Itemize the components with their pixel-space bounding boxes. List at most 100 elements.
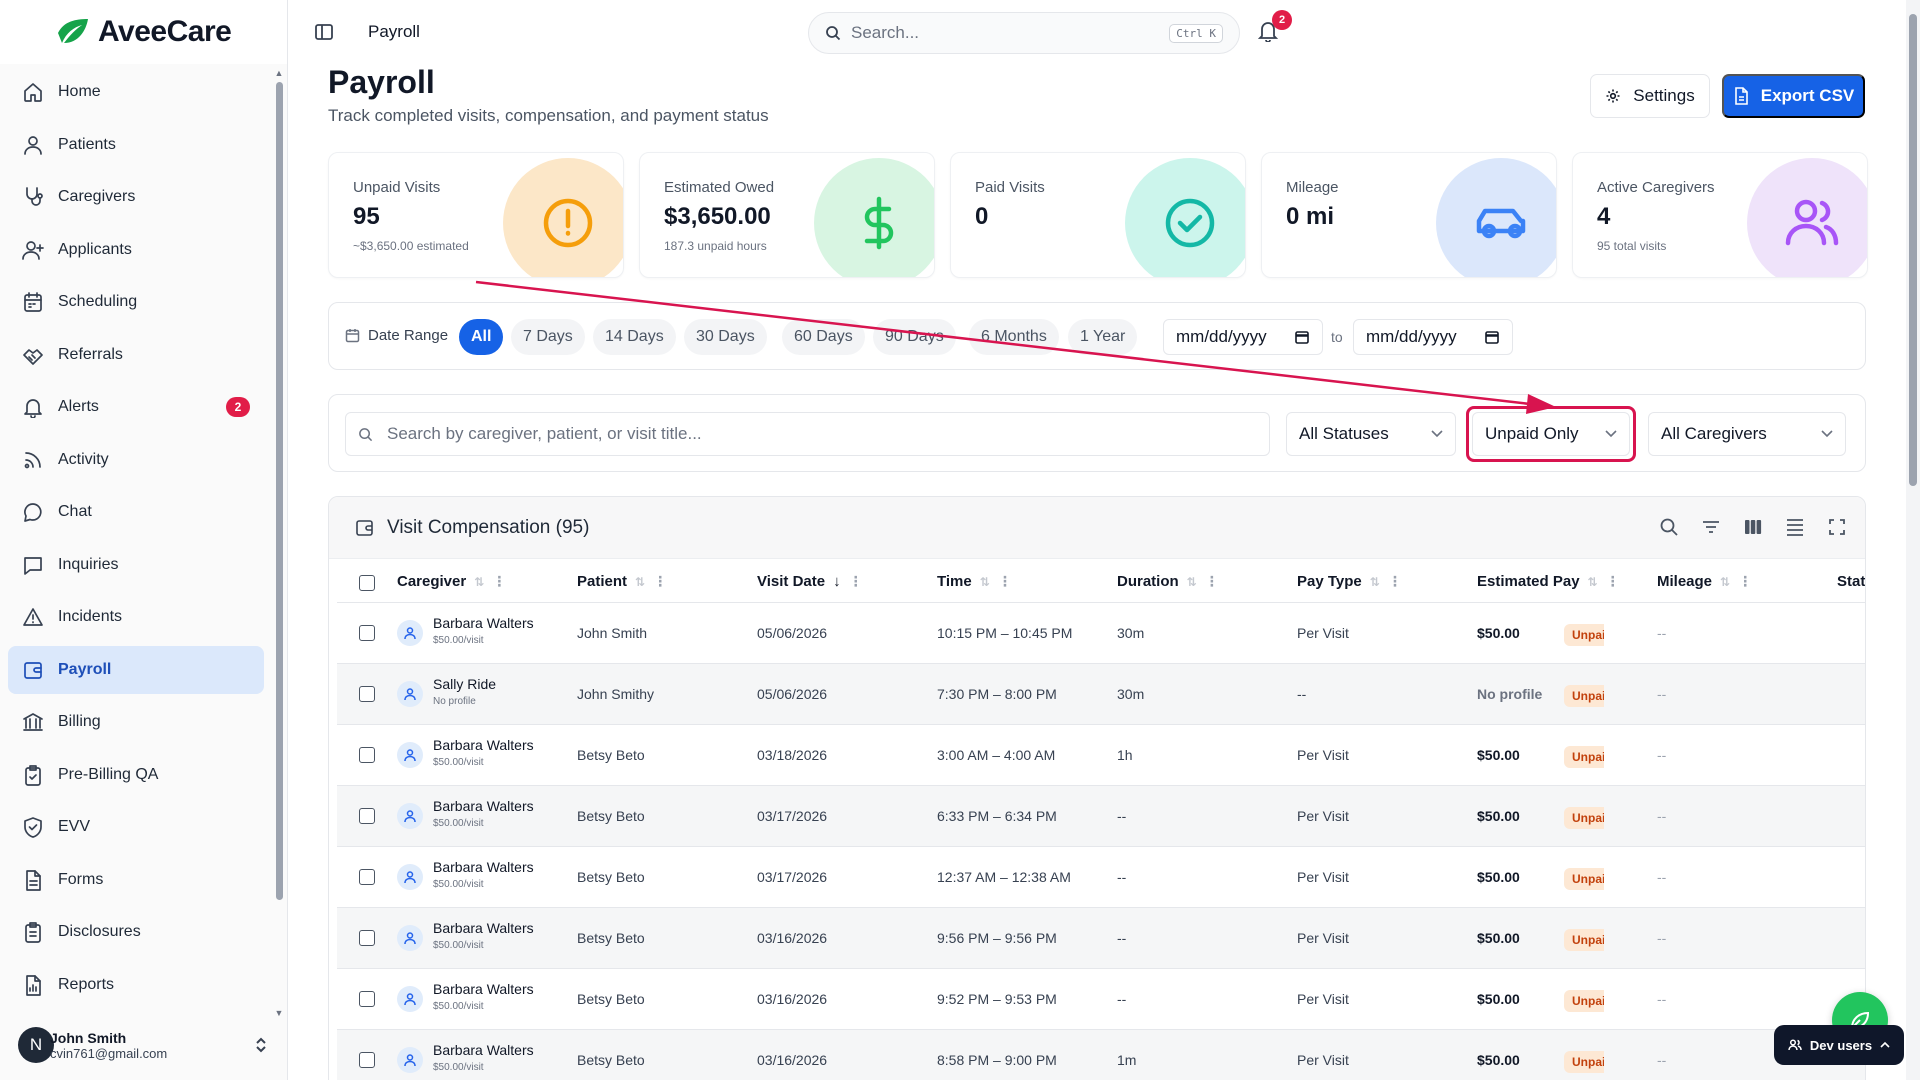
column-menu-icon[interactable]: ⋮ [849, 573, 863, 590]
sort-icon[interactable]: ⇅ [980, 575, 990, 589]
sidebar-item-billing[interactable]: Billing [8, 698, 264, 746]
column-menu-icon[interactable]: ⋮ [998, 573, 1012, 590]
row-checkbox[interactable] [359, 869, 375, 885]
sidebar-item-scheduling[interactable]: Scheduling [8, 278, 264, 326]
sort-icon[interactable]: ⇅ [1187, 575, 1197, 589]
sidebar-scroll-thumb[interactable] [276, 82, 283, 900]
patient-name[interactable]: Betsy Beto [577, 869, 645, 885]
scroll-up-icon[interactable]: ▲ [274, 68, 284, 78]
patient-name[interactable]: John Smith [577, 625, 647, 641]
caregiver-name[interactable]: Barbara Walters [433, 859, 534, 875]
row-checkbox[interactable] [359, 686, 375, 702]
column-menu-icon[interactable]: ⋮ [1738, 573, 1752, 590]
global-search-input[interactable]: Search... Ctrl K [808, 12, 1240, 54]
date-chip-90-days[interactable]: 90 Days [873, 319, 956, 355]
column-menu-icon[interactable]: ⋮ [1606, 573, 1620, 590]
column-menu-icon[interactable]: ⋮ [1205, 573, 1219, 590]
sidebar-scrollbar[interactable]: ▲ ▼ [274, 68, 284, 1018]
column-header-mileage[interactable]: Mileage ⇅ ⋮ [1657, 573, 1752, 590]
caregiver-name[interactable]: Barbara Walters [433, 981, 534, 997]
search-icon[interactable] [1659, 517, 1679, 537]
caregiver-name[interactable]: Barbara Walters [433, 798, 534, 814]
chevron-up-down-icon[interactable] [254, 1036, 268, 1054]
scroll-down-icon[interactable]: ▼ [274, 1008, 284, 1018]
sidebar-toggle-icon[interactable] [314, 22, 334, 42]
sidebar-item-inquiries[interactable]: Inquiries [8, 541, 264, 589]
sidebar-item-evv[interactable]: EVV [8, 803, 264, 851]
export-csv-button[interactable]: Export CSV [1722, 74, 1865, 118]
calendar-picker-icon[interactable] [1484, 329, 1500, 345]
date-chip-all[interactable]: All [459, 319, 504, 355]
column-header-pay-type[interactable]: Pay Type ⇅ ⋮ [1297, 573, 1402, 590]
table-row[interactable]: Barbara Walters $50.00/visit Betsy Beto … [337, 725, 1865, 786]
column-menu-icon[interactable]: ⋮ [492, 573, 506, 590]
column-header-patient[interactable]: Patient ⇅ ⋮ [577, 573, 667, 590]
caregiver-name[interactable]: Barbara Walters [433, 615, 534, 631]
caregiver-name[interactable]: Sally Ride [433, 676, 496, 692]
sidebar-item-patients[interactable]: Patients [8, 121, 264, 169]
sidebar-item-payroll[interactable]: Payroll [8, 645, 264, 694]
date-chip-14-days[interactable]: 14 Days [593, 319, 676, 355]
settings-button[interactable]: Settings [1590, 74, 1710, 118]
sidebar-item-reports[interactable]: Reports [8, 961, 264, 1009]
column-header-visit-date[interactable]: Visit Date ↓ ⋮ [757, 573, 863, 590]
sidebar-item-chat[interactable]: Chat [8, 488, 264, 536]
patient-name[interactable]: Betsy Beto [577, 930, 645, 946]
caregiver-name[interactable]: Barbara Walters [433, 920, 534, 936]
caregiver-name[interactable]: Barbara Walters [433, 737, 534, 753]
page-scroll-thumb[interactable] [1909, 14, 1917, 486]
row-checkbox[interactable] [359, 991, 375, 1007]
sidebar-item-alerts[interactable]: Alerts 2 [8, 383, 264, 431]
fullscreen-icon[interactable] [1827, 517, 1847, 537]
status-select[interactable]: All Statuses [1286, 412, 1456, 456]
visit-search-input[interactable]: Search by caregiver, patient, or visit t… [345, 412, 1270, 456]
sidebar-item-disclosures[interactable]: Disclosures [8, 908, 264, 956]
select-all-checkbox[interactable] [359, 575, 375, 591]
table-row[interactable]: Barbara Walters $50.00/visit Betsy Beto … [337, 1030, 1865, 1080]
date-from-field[interactable]: mm/dd/yyyy [1163, 319, 1323, 355]
column-menu-icon[interactable]: ⋮ [653, 573, 667, 590]
caregiver-select[interactable]: All Caregivers [1648, 412, 1846, 456]
sidebar-item-referrals[interactable]: Referrals [8, 331, 264, 379]
column-header-time[interactable]: Time ⇅ ⋮ [937, 573, 1012, 590]
table-row[interactable]: Barbara Walters $50.00/visit Betsy Beto … [337, 786, 1865, 847]
user-menu[interactable]: N John Smith cvin761@gmail.com [18, 1022, 274, 1068]
sort-icon[interactable]: ⇅ [474, 575, 484, 589]
date-chip-1-year[interactable]: 1 Year [1068, 319, 1138, 355]
sidebar-item-home[interactable]: Home [8, 68, 264, 116]
table-row[interactable]: Barbara Walters $50.00/visit Betsy Beto … [337, 969, 1865, 1030]
sidebar-item-incidents[interactable]: Incidents [8, 593, 264, 641]
sidebar-item-applicants[interactable]: Applicants [8, 226, 264, 274]
row-checkbox[interactable] [359, 808, 375, 824]
date-chip-30-days[interactable]: 30 Days [684, 319, 767, 355]
table-row[interactable]: Sally Ride No profile John Smithy 05/06/… [337, 664, 1865, 725]
table-row[interactable]: Barbara Walters $50.00/visit Betsy Beto … [337, 847, 1865, 908]
columns-icon[interactable] [1743, 517, 1763, 537]
filter-icon[interactable] [1701, 517, 1721, 537]
sidebar-item-activity[interactable]: Activity [8, 436, 264, 484]
sidebar-item-pre-billing-qa[interactable]: Pre-Billing QA [8, 751, 264, 799]
calendar-picker-icon[interactable] [1294, 329, 1310, 345]
dev-users-button[interactable]: Dev users [1774, 1025, 1904, 1065]
row-checkbox[interactable] [359, 747, 375, 763]
brand-logo[interactable]: AveeCare [0, 0, 287, 64]
sort-icon[interactable]: ⇅ [1720, 575, 1730, 589]
patient-name[interactable]: Betsy Beto [577, 1052, 645, 1068]
sort-icon[interactable]: ⇅ [1370, 575, 1380, 589]
density-icon[interactable] [1785, 517, 1805, 537]
caregiver-name[interactable]: Barbara Walters [433, 1042, 534, 1058]
sort-icon[interactable]: ⇅ [635, 575, 645, 589]
column-menu-icon[interactable]: ⋮ [1388, 573, 1402, 590]
sort-icon[interactable]: ⇅ [1588, 575, 1598, 589]
column-header-duration[interactable]: Duration ⇅ ⋮ [1117, 573, 1219, 590]
table-row[interactable]: Barbara Walters $50.00/visit Betsy Beto … [337, 908, 1865, 969]
table-row[interactable]: Barbara Walters $50.00/visit John Smith … [337, 603, 1865, 664]
sidebar-item-caregivers[interactable]: Caregivers [8, 173, 264, 221]
date-chip-60-days[interactable]: 60 Days [782, 319, 865, 355]
row-checkbox[interactable] [359, 625, 375, 641]
row-checkbox[interactable] [359, 930, 375, 946]
column-header-estimated-pay[interactable]: Estimated Pay ⇅ ⋮ [1477, 573, 1620, 590]
sort-desc-icon[interactable]: ↓ [833, 573, 841, 590]
column-header-caregiver[interactable]: Caregiver ⇅ ⋮ [397, 573, 506, 590]
patient-name[interactable]: Betsy Beto [577, 808, 645, 824]
